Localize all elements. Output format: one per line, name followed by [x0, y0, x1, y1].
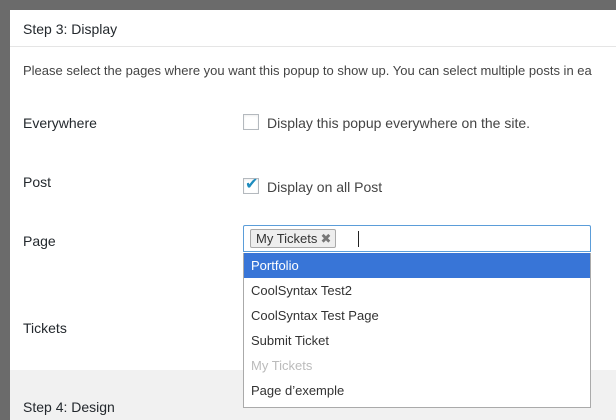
dropdown-option[interactable]: Submit Ticket: [244, 328, 590, 353]
step3-title: Step 3: Display: [23, 21, 118, 37]
page-label: Page: [23, 233, 56, 249]
dropdown-option[interactable]: Page d’exemple: [244, 378, 590, 403]
remove-chip-icon[interactable]: ✖: [321, 230, 332, 247]
everywhere-checkbox[interactable]: [243, 114, 259, 130]
dropdown-option[interactable]: CoolSyntax Test2: [244, 278, 590, 303]
post-checkbox[interactable]: ✔: [243, 176, 259, 194]
checkmark-icon: ✔: [245, 176, 259, 193]
everywhere-checkbox-label[interactable]: Display this popup everywhere on the sit…: [267, 115, 530, 131]
step3-description: Please select the pages where you want t…: [23, 63, 592, 78]
text-cursor: [358, 231, 359, 247]
page-multiselect[interactable]: My Tickets ✖: [243, 225, 591, 252]
everywhere-label: Everywhere: [23, 115, 97, 131]
step3-header: Step 3: Display: [10, 10, 616, 47]
page-dropdown: Portfolio CoolSyntax Test2 CoolSyntax Te…: [243, 253, 591, 408]
post-label: Post: [23, 174, 52, 190]
dropdown-option[interactable]: CoolSyntax Test Page: [244, 303, 590, 328]
dropdown-option[interactable]: Portfolio: [244, 253, 590, 278]
selected-chip-label: My Tickets: [256, 231, 318, 246]
post-checkbox-label[interactable]: Display on all Post: [267, 179, 382, 195]
step4-title: Step 4: Design: [23, 399, 115, 415]
tickets-label: Tickets: [23, 320, 67, 336]
settings-frame: Step 3: Display Please select the pages …: [10, 10, 616, 420]
selected-chip: My Tickets ✖: [250, 229, 337, 248]
dropdown-option-disabled: My Tickets: [251, 358, 313, 373]
